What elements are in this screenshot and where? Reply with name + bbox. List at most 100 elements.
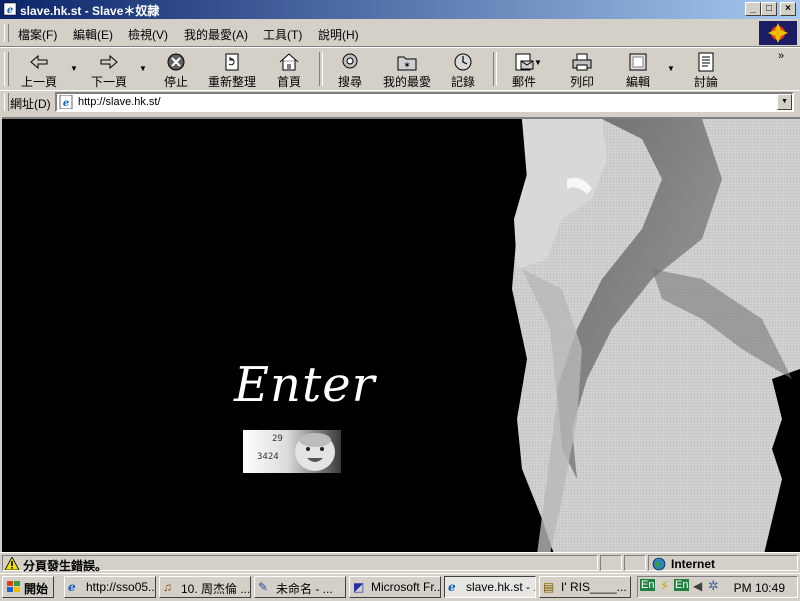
favorites-button[interactable]: ✶ 我的最愛 xyxy=(380,50,434,89)
music-player-icon: ♫ xyxy=(163,580,172,594)
address-bar: 網址(D) e http://slave.hk.st/ ▼ xyxy=(0,90,800,113)
system-tray: En ⚡ En ◀ ✲ PM 10:49 xyxy=(637,576,798,598)
close-button[interactable]: × xyxy=(780,2,796,16)
edit-dropdown-icon[interactable]: ▼ xyxy=(667,64,675,73)
forward-dropdown-icon[interactable]: ▼ xyxy=(139,64,147,73)
menu-bar: 檔案(F) 編輯(E) 檢視(V) 我的最愛(A) 工具(T) 說明(H) xyxy=(0,20,800,47)
taskbar-item-label: Microsoft Fr... xyxy=(371,580,441,594)
volume-icon[interactable]: ◀ xyxy=(693,579,702,593)
menu-file[interactable]: 檔案(F) xyxy=(18,26,57,43)
taskbar-item-iris[interactable]: ▤ I' RIS____... xyxy=(539,576,631,598)
edit-button[interactable]: 編輯 xyxy=(620,50,656,89)
menu-favorites[interactable]: 我的最愛(A) xyxy=(184,26,248,43)
print-label: 列印 xyxy=(569,75,594,89)
menu-grip[interactable] xyxy=(4,24,9,42)
globe-icon xyxy=(652,557,666,571)
menu-edit[interactable]: 編輯(E) xyxy=(73,26,113,43)
taskbar-item-slave-browser[interactable]: e slave.hk.st - ... xyxy=(444,576,536,598)
maximize-button[interactable]: □ xyxy=(761,2,777,16)
forward-arrow-icon xyxy=(100,54,118,70)
stop-button[interactable]: 停止 xyxy=(156,50,196,89)
counter-baby-image[interactable]: 29 3424 xyxy=(243,430,341,473)
printer-icon xyxy=(572,53,592,71)
input-language-icon[interactable]: En xyxy=(640,579,656,591)
home-button[interactable]: 首頁 xyxy=(270,50,308,89)
address-grip[interactable] xyxy=(4,93,9,111)
mail-button[interactable]: 郵件 xyxy=(506,50,542,89)
svg-text:✶: ✶ xyxy=(403,60,411,70)
status-bar: 分頁發生錯誤。 Internet xyxy=(0,552,800,573)
back-dropdown-icon[interactable]: ▼ xyxy=(70,64,78,73)
start-label: 開始 xyxy=(24,582,49,596)
taskbar-item-paint[interactable]: ✎ 未命名 - ... xyxy=(254,576,346,598)
menu-tools[interactable]: 工具(T) xyxy=(263,26,302,43)
security-zone-label: Internet xyxy=(671,557,716,571)
svg-text:e: e xyxy=(63,98,69,109)
discuss-button[interactable]: 討論 xyxy=(688,50,724,89)
taskbar: 開始 e http://sso05.... ♫ 10. 周杰倫 ... ✎ 未命… xyxy=(0,573,800,601)
taskbar-item-ie[interactable]: e http://sso05.... xyxy=(64,576,156,598)
taskbar-item-music[interactable]: ♫ 10. 周杰倫 ... xyxy=(159,576,251,598)
discuss-icon xyxy=(698,52,714,72)
taskbar-item-label: 未命名 - ... xyxy=(276,582,333,596)
taskbar-item-label: I' RIS____... xyxy=(561,580,627,594)
standard-toolbar: 上一頁 ▼ 下一頁 ▼ 停止 重新整理 首頁 搜尋 ✶ 我的最愛 記錄 郵件 ▼… xyxy=(0,47,800,91)
toolbar-chevron-icon[interactable]: » xyxy=(778,50,784,62)
edit-page-icon xyxy=(629,53,647,71)
ie-page-icon: e xyxy=(3,2,17,16)
stop-label: 停止 xyxy=(163,75,188,89)
menu-view[interactable]: 檢視(V) xyxy=(128,26,168,43)
taskbar-item-frontpage[interactable]: ◩ Microsoft Fr... xyxy=(349,576,441,598)
refresh-label: 重新整理 xyxy=(207,75,256,89)
ie-page-icon: e xyxy=(59,95,73,109)
input-method-icon[interactable]: En xyxy=(674,579,690,591)
toolbar-grip[interactable] xyxy=(4,52,9,86)
network-icon[interactable]: ✲ xyxy=(708,578,719,594)
search-label: 搜尋 xyxy=(337,75,362,89)
search-button[interactable]: 搜尋 xyxy=(332,50,368,89)
window-title: slave.hk.st - Slave＊奴隷 xyxy=(20,4,160,18)
folder-icon: ▤ xyxy=(543,580,555,594)
start-button[interactable]: 開始 xyxy=(2,576,54,598)
history-icon xyxy=(454,53,472,71)
forward-button[interactable]: 下一頁 xyxy=(84,50,134,89)
paint-icon: ✎ xyxy=(258,580,269,594)
ie-icon: e xyxy=(68,580,76,594)
home-icon xyxy=(279,53,299,71)
title-bar[interactable]: e slave.hk.st - Slave＊奴隷 _ □ × xyxy=(0,0,800,19)
forward-label: 下一頁 xyxy=(90,75,127,89)
taskbar-item-label: 10. 周杰倫 ... xyxy=(181,582,251,596)
discuss-label: 討論 xyxy=(693,75,718,89)
frontpage-icon: ◩ xyxy=(353,580,365,594)
favorites-label: 我的最愛 xyxy=(382,75,431,89)
address-url: http://slave.hk.st/ xyxy=(78,96,161,108)
counter-bottom: 3424 xyxy=(257,452,279,462)
refresh-icon xyxy=(225,53,239,71)
search-icon xyxy=(342,53,358,69)
home-label: 首頁 xyxy=(276,75,301,89)
refresh-button[interactable]: 重新整理 xyxy=(205,50,259,89)
mail-label: 郵件 xyxy=(511,75,536,89)
warning-icon[interactable] xyxy=(5,557,19,570)
page-content: Enter 29 3424 xyxy=(2,117,800,552)
mail-icon xyxy=(515,53,534,71)
taskbar-item-label: slave.hk.st - ... xyxy=(466,580,536,594)
address-input[interactable]: e http://slave.hk.st/ ▼ xyxy=(55,92,794,112)
menu-help[interactable]: 說明(H) xyxy=(318,26,359,43)
enter-link[interactable]: Enter xyxy=(234,357,375,413)
woman-photo xyxy=(512,119,800,552)
windows-logo xyxy=(759,21,797,45)
print-button[interactable]: 列印 xyxy=(564,50,600,89)
mail-dropdown-icon[interactable]: ▼ xyxy=(534,58,542,67)
tray-lightning-icon[interactable]: ⚡ xyxy=(660,578,669,594)
address-dropdown-button[interactable]: ▼ xyxy=(777,94,792,110)
history-button[interactable]: 記錄 xyxy=(446,50,480,89)
security-zone-panel: Internet xyxy=(648,555,798,571)
stop-icon xyxy=(167,53,185,71)
history-label: 記錄 xyxy=(450,75,475,89)
back-button[interactable]: 上一頁 xyxy=(14,50,64,89)
toolbar-separator xyxy=(319,52,323,86)
minimize-button[interactable]: _ xyxy=(745,2,761,16)
clock[interactable]: PM 10:49 xyxy=(734,581,785,595)
status-message-panel: 分頁發生錯誤。 xyxy=(2,555,598,573)
